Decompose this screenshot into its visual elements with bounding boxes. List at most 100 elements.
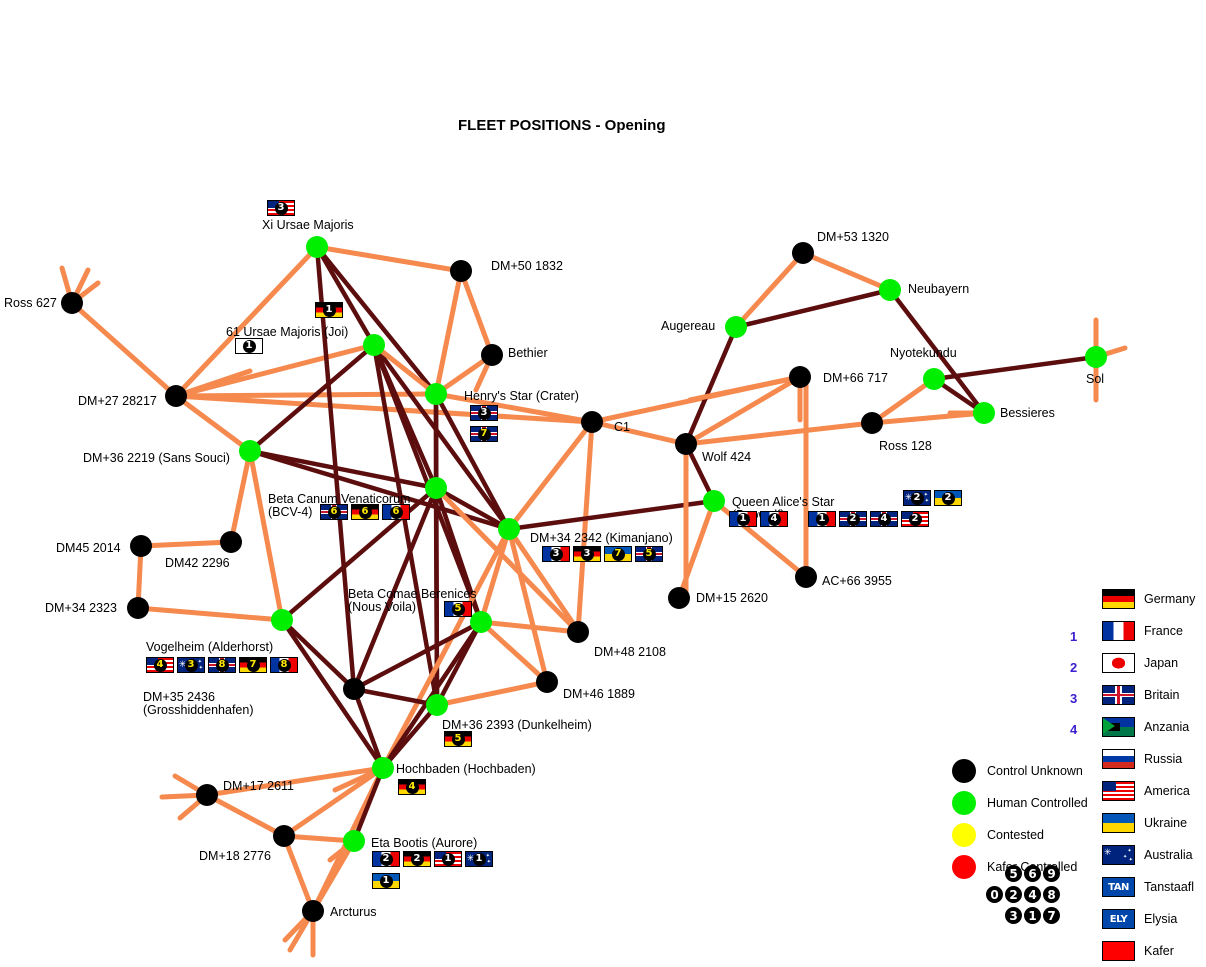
system-node-dm36_2219[interactable]: [239, 440, 261, 462]
fleet-marker-britain[interactable]: 2: [839, 511, 867, 527]
star-map: FLEET POSITIONS - Opening Ross 627 Xi Urs…: [0, 0, 1206, 961]
fleet-marker-britain[interactable]: 7: [470, 426, 498, 442]
system-node-etabootis[interactable]: [343, 830, 365, 852]
system-node-dm35_2436[interactable]: [343, 678, 365, 700]
fleet-marker-france[interactable]: 1: [729, 511, 757, 527]
fleet-strength-badge: 6: [327, 505, 341, 519]
system-node-dm42_2296[interactable]: [220, 531, 242, 553]
fleet-group: 1: [235, 338, 263, 354]
system-node-dm36_2393[interactable]: [426, 694, 448, 716]
jump-link: [733, 287, 893, 330]
fleet-marker-britain[interactable]: 5: [635, 546, 663, 562]
fleet-marker-france[interactable]: 2: [372, 851, 400, 867]
system-node-sol[interactable]: [1085, 346, 1107, 368]
system-node-dm50_1832[interactable]: [450, 260, 472, 282]
key-digit-badge: 1: [1024, 907, 1041, 924]
fleet-marker-america[interactable]: 1: [434, 851, 462, 867]
jump-link: [733, 250, 806, 330]
system-label-dm34_2342: DM+34 2342 (Kimanjano): [530, 531, 673, 545]
flag-australia-icon: ✳✦✦✦: [1102, 845, 1135, 865]
system-node-dm46_1889[interactable]: [536, 671, 558, 693]
fleet-group: 3 3 7 5: [542, 546, 663, 562]
system-node-betacomae[interactable]: [470, 611, 492, 633]
system-node-henrys[interactable]: [425, 383, 447, 405]
fleet-strength-badge: 8: [277, 658, 291, 672]
key-digit-badge: 9: [1043, 865, 1060, 882]
fleet-size-number: 2: [1070, 660, 1078, 675]
system-node-dm45_2014[interactable]: [130, 535, 152, 557]
legend-label: Australia: [1144, 848, 1193, 862]
fleet-strength-badge: 5: [642, 547, 656, 561]
system-node-ac66_3955[interactable]: [795, 566, 817, 588]
fleet-marker-america[interactable]: 2: [901, 511, 929, 527]
system-node-dm53_1320[interactable]: [792, 242, 814, 264]
system-node-bethier[interactable]: [481, 344, 503, 366]
fleet-strength-badge: 6: [389, 505, 403, 519]
key-digit-badge: 3: [1005, 907, 1022, 924]
legend-label: Tanstaafl: [1144, 880, 1195, 894]
system-node-xiursae[interactable]: [306, 236, 328, 258]
system-node-arcturus[interactable]: [302, 900, 324, 922]
jump-link: [478, 619, 581, 635]
system-node-dm17_2611[interactable]: [196, 784, 218, 806]
fleet-strength-badge: 4: [877, 512, 891, 526]
fleet-marker-germany[interactable]: 6: [351, 504, 379, 520]
system-node-bcv4[interactable]: [425, 477, 447, 499]
fleet-marker-britain[interactable]: 8: [208, 657, 236, 673]
fleet-size-number-column: 1 2 3 4: [1070, 621, 1077, 745]
system-node-bessieres[interactable]: [973, 402, 995, 424]
legend-row-human-controlled: Human Controlled: [952, 787, 1088, 819]
fleet-marker-germany[interactable]: 4: [398, 779, 426, 795]
fleet-marker-australia[interactable]: ✳✦✦✦1: [465, 851, 493, 867]
system-node-wolf424[interactable]: [675, 433, 697, 455]
fleet-marker-japan[interactable]: 1: [235, 338, 263, 354]
fleet-marker-britain[interactable]: 6: [320, 504, 348, 520]
legend-label: Russia: [1144, 752, 1183, 766]
system-node-augereau[interactable]: [725, 316, 747, 338]
fleet-marker-germany[interactable]: 3: [573, 546, 601, 562]
system-node-ross128[interactable]: [861, 412, 883, 434]
fleet-marker-germany[interactable]: 2: [403, 851, 431, 867]
fleet-marker-america[interactable]: 4: [146, 657, 174, 673]
system-label-ac66_3955: AC+66 3955: [822, 574, 892, 588]
system-node-neubayern[interactable]: [879, 279, 901, 301]
fleet-strength-badge: 2: [379, 852, 393, 866]
fleet-marker-ukraine[interactable]: 1: [372, 873, 400, 889]
system-node-vogelheim[interactable]: [271, 609, 293, 631]
fleet-marker-britain[interactable]: 4: [870, 511, 898, 527]
system-node-dm48_2108[interactable]: [567, 621, 589, 643]
fleet-strength-badge: 2: [910, 491, 924, 505]
system-node-queenalice[interactable]: [703, 490, 725, 512]
system-node-dm66_717[interactable]: [789, 366, 811, 388]
fleet-marker-france[interactable]: 1: [808, 511, 836, 527]
system-node-dm34_2342[interactable]: [498, 518, 520, 540]
fleet-marker-ukraine[interactable]: 7: [604, 546, 632, 562]
system-node-dm18_2776[interactable]: [273, 825, 295, 847]
system-node-dm34_2323[interactable]: [127, 597, 149, 619]
fleet-marker-australia[interactable]: ✳✦✦✦3: [177, 657, 205, 673]
fleet-marker-france[interactable]: 5: [444, 601, 472, 617]
fleet-marker-france[interactable]: 3: [542, 546, 570, 562]
system-node-ross627[interactable]: [61, 292, 83, 314]
fleet-marker-france[interactable]: 6: [382, 504, 410, 520]
fleet-marker-australia[interactable]: ✳✦✦✦2: [903, 490, 931, 506]
fleet-strength-badge: 3: [184, 658, 198, 672]
fleet-marker-ukraine[interactable]: 2: [934, 490, 962, 506]
system-node-c1[interactable]: [581, 411, 603, 433]
system-node-hochbaden[interactable]: [372, 757, 394, 779]
fleet-marker-france[interactable]: 4: [760, 511, 788, 527]
fleet-marker-germany[interactable]: 7: [239, 657, 267, 673]
fleet-marker-germany[interactable]: 1: [315, 302, 343, 318]
system-node-dm27_28217[interactable]: [165, 385, 187, 407]
fleet-size-number: 1: [1070, 629, 1078, 644]
fleet-marker-germany[interactable]: 5: [444, 731, 472, 747]
system-label-ross128: Ross 128: [879, 439, 932, 453]
system-node-61ursae[interactable]: [363, 334, 385, 356]
fleet-marker-america[interactable]: 3: [267, 200, 295, 216]
fleet-marker-france[interactable]: 8: [270, 657, 298, 673]
jump-link: [434, 679, 550, 708]
system-node-nyotekundu[interactable]: [923, 368, 945, 390]
system-node-dm15_2620[interactable]: [668, 587, 690, 609]
fleet-marker-britain[interactable]: 3: [470, 405, 498, 421]
key-digit-badge: 2: [1005, 886, 1022, 903]
